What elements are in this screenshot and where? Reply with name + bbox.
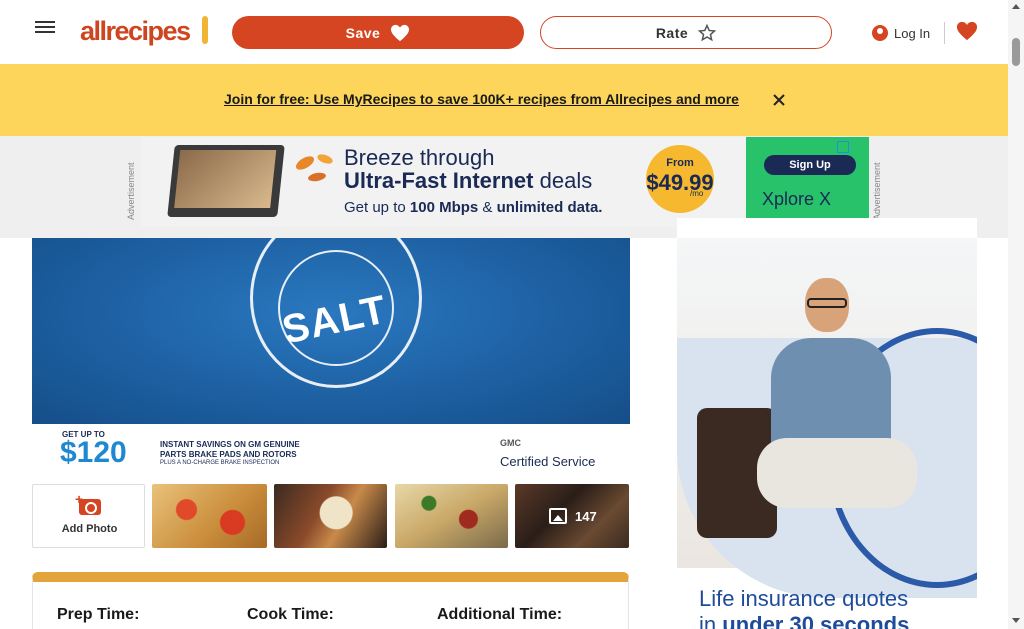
join-free-link[interactable]: Join for free: Use MyRecipes to save 100… — [224, 91, 739, 107]
add-photo-button[interactable]: + Add Photo — [32, 484, 145, 548]
leaderboard-ad[interactable]: Breeze through Ultra-Fast Internet deals… — [141, 137, 869, 227]
ad-headline-2: Ultra-Fast Internet deals — [344, 168, 593, 193]
offer-amount: $120 — [60, 436, 127, 469]
save-label: Save — [345, 24, 381, 41]
gallery-icon — [549, 508, 567, 524]
leaves-image — [295, 154, 333, 182]
menu-icon[interactable] — [32, 18, 58, 44]
recipe-photo-thumbnail[interactable] — [152, 484, 267, 548]
page-scrollbar[interactable] — [1008, 0, 1024, 629]
recipe-photo-thumbnail[interactable] — [395, 484, 508, 548]
recipe-page: allrecipes Save Rate Log In Join for fre… — [0, 0, 1024, 629]
hero-image[interactable]: SALT GET UP TO $120 INSTANT SAVINGS ON G… — [32, 238, 630, 476]
signup-banner: Join for free: Use MyRecipes to save 100… — [0, 64, 1008, 136]
ad-cta-panel: Sign Up Xplore X — [746, 137, 869, 227]
ad-photo — [677, 238, 977, 598]
offer-fine-print: PLUS A NO-CHARGE BRAKE INSPECTION — [160, 460, 280, 466]
prep-time-label: Prep Time: — [57, 606, 140, 623]
heart-icon — [391, 24, 410, 41]
ad-signup-button[interactable]: Sign Up — [764, 155, 856, 175]
login-label: Log In — [894, 25, 931, 41]
add-photo-label: Add Photo — [61, 523, 118, 535]
offer-certified: Certified Service — [500, 454, 596, 469]
recipe-photo-thumbnail[interactable] — [274, 484, 387, 548]
login-link[interactable]: Log In — [872, 22, 930, 44]
offer-brands: GMC — [500, 438, 521, 448]
save-button[interactable]: Save — [232, 16, 524, 49]
saved-recipes-button[interactable] — [956, 20, 978, 44]
scroll-down-icon[interactable] — [1012, 618, 1020, 623]
close-icon[interactable] — [771, 92, 787, 108]
camera-icon — [79, 499, 101, 515]
ad-brand: Xplore X — [762, 189, 832, 209]
scrollbar-thumb[interactable] — [1012, 38, 1020, 66]
ad-headline: Life insurance quotes — [699, 586, 909, 611]
logo-spoon-icon — [202, 16, 208, 44]
logo-text: allrecipes — [80, 16, 191, 46]
header-divider — [944, 22, 945, 44]
site-logo[interactable]: allrecipes — [80, 14, 208, 48]
scroll-up-icon[interactable] — [1012, 4, 1020, 9]
site-header: allrecipes Save Rate Log In — [0, 0, 1008, 64]
offer-description: INSTANT SAVINGS ON GM GENUINE PARTS BRAK… — [160, 440, 300, 459]
adchoices-icon[interactable] — [837, 141, 849, 153]
ad-price-badge: From $49.99 /mo — [646, 145, 714, 213]
rate-button[interactable]: Rate — [540, 16, 832, 49]
cook-time-label: Cook Time: — [247, 606, 334, 623]
photo-gallery-button[interactable]: 147 — [515, 484, 629, 548]
ad-label: Advertisement — [126, 162, 136, 220]
additional-time-label: Additional Time: — [437, 606, 563, 623]
ad-label: Advertisement — [872, 162, 882, 220]
user-icon — [872, 25, 888, 41]
sidebar-ad[interactable]: Life insurance quotes in under 30 second… — [677, 218, 977, 629]
photo-count: 147 — [575, 508, 597, 524]
ad-headline-2: in under 30 seconds — [699, 612, 910, 629]
hero-offer-strip: GET UP TO $120 INSTANT SAVINGS ON GM GEN… — [32, 424, 630, 476]
ad-subtext: Get up to 100 Mbps & unlimited data. — [344, 199, 603, 216]
star-icon — [698, 23, 717, 41]
heart-icon — [956, 21, 978, 41]
laptop-image — [167, 145, 285, 217]
recipe-details-card: Prep Time: Cook Time: Additional Time: — [32, 572, 629, 629]
rate-label: Rate — [655, 24, 689, 41]
